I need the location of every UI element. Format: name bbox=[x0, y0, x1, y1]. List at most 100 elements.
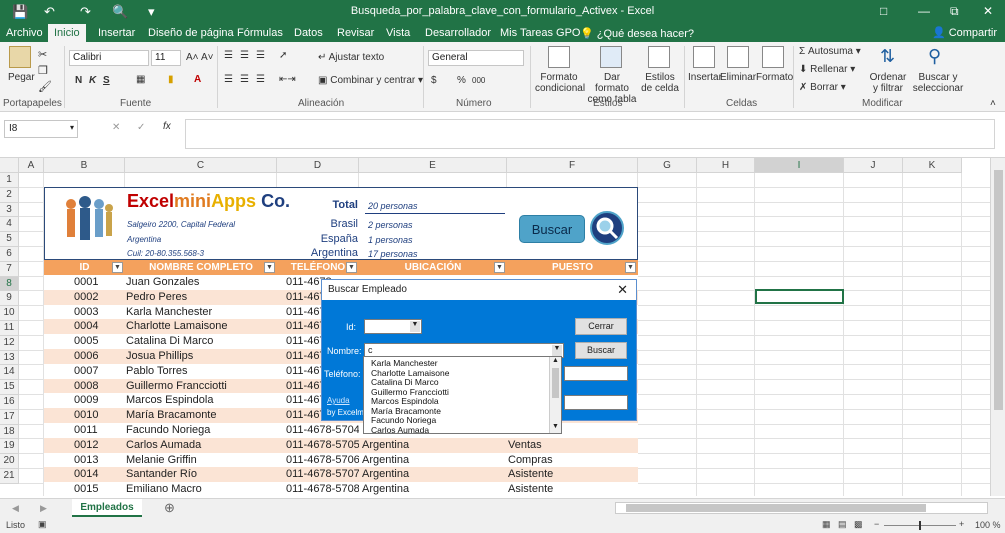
shrink-font-icon[interactable]: A˅ bbox=[201, 52, 214, 63]
column-header-a[interactable]: A bbox=[19, 158, 44, 173]
cell-phone[interactable]: 011-4678-5706 bbox=[277, 453, 359, 468]
page-layout-icon[interactable]: ▤ bbox=[838, 519, 847, 530]
column-header-g[interactable]: G bbox=[638, 158, 697, 173]
insert-cells-icon[interactable] bbox=[693, 46, 715, 68]
align-middle-icon[interactable]: ☰ bbox=[240, 50, 249, 61]
add-sheet-icon[interactable]: ⊕ bbox=[164, 500, 175, 516]
cell-id[interactable]: 0004 bbox=[44, 319, 125, 334]
column-header-i[interactable]: I bbox=[755, 158, 844, 173]
cell-location[interactable]: Argentina bbox=[359, 438, 507, 453]
confirm-entry-icon[interactable]: ✓ bbox=[137, 122, 145, 133]
conditional-format-icon[interactable] bbox=[548, 46, 570, 68]
cell-id[interactable]: 0003 bbox=[44, 305, 125, 320]
filter-dropdown-icon[interactable]: ▼ bbox=[112, 262, 123, 273]
page-break-icon[interactable]: ▩ bbox=[854, 519, 863, 530]
align-left-icon[interactable]: ☰ bbox=[224, 74, 233, 85]
tab-diseno-pagina[interactable]: Diseño de página bbox=[148, 27, 234, 39]
cell-position[interactable]: Asistente bbox=[507, 482, 638, 496]
orientation-icon[interactable]: ➚ bbox=[279, 50, 287, 61]
align-right-icon[interactable]: ☰ bbox=[256, 74, 265, 85]
wrap-text-button[interactable]: ↵ Ajustar texto bbox=[318, 52, 384, 63]
collapse-ribbon-icon[interactable]: ˄ bbox=[990, 98, 996, 109]
insert-cells-label[interactable]: Insertar bbox=[688, 72, 722, 83]
name-dropdown-list[interactable]: Karla Manchester Charlotte Lamaisone Catal… bbox=[363, 356, 562, 435]
scroll-up-icon[interactable]: ▲ bbox=[552, 357, 559, 364]
cell-name[interactable]: Karla Manchester bbox=[125, 305, 277, 320]
sort-filter-label[interactable]: Ordenar y filtrar bbox=[866, 72, 910, 94]
cell-id[interactable]: 0008 bbox=[44, 379, 125, 394]
italic-button[interactable]: K bbox=[89, 75, 96, 86]
row-header[interactable]: 19 bbox=[0, 439, 19, 455]
zoom-level[interactable]: 100 % bbox=[975, 520, 1001, 530]
chevron-down-icon[interactable]: ▼ bbox=[552, 345, 562, 356]
cell-id[interactable]: 0012 bbox=[44, 438, 125, 453]
paste-label[interactable]: Pegar bbox=[8, 72, 35, 83]
row-header[interactable]: 21 bbox=[0, 469, 19, 484]
column-header-j[interactable]: J bbox=[844, 158, 903, 173]
format-cells-label[interactable]: Formato bbox=[756, 72, 793, 83]
cell-location[interactable]: Argentina bbox=[359, 467, 507, 482]
cell-position[interactable]: Ventas bbox=[507, 438, 638, 453]
cell-location[interactable]: Argentina bbox=[359, 453, 507, 468]
cell-id[interactable]: 0014 bbox=[44, 467, 125, 482]
format-cells-icon[interactable] bbox=[762, 46, 784, 68]
cell-styles-icon[interactable] bbox=[648, 46, 670, 68]
dropdown-option[interactable]: Facundo Noriega bbox=[371, 415, 436, 425]
autosum-button[interactable]: Σ Autosuma ▾ bbox=[799, 46, 861, 57]
restore-icon[interactable]: ⧉ bbox=[950, 4, 959, 19]
help-link[interactable]: Ayuda bbox=[327, 396, 350, 405]
tab-formulas[interactable]: Fórmulas bbox=[237, 27, 283, 39]
dropdown-option[interactable]: Karla Manchester bbox=[371, 358, 438, 368]
zoom-slider-thumb[interactable] bbox=[919, 521, 921, 530]
borders-icon[interactable]: ▦ bbox=[136, 74, 145, 85]
dialog-search-button[interactable]: Buscar bbox=[575, 342, 627, 359]
vertical-scrollbar[interactable] bbox=[990, 158, 1005, 496]
formula-input[interactable] bbox=[185, 119, 995, 149]
row-header[interactable]: 13 bbox=[0, 350, 19, 366]
row-header[interactable]: 17 bbox=[0, 409, 19, 425]
cell-phone[interactable]: 011-4678-5708 bbox=[277, 482, 359, 496]
cell-id[interactable]: 0007 bbox=[44, 364, 125, 379]
filter-dropdown-icon[interactable]: ▼ bbox=[494, 262, 505, 273]
tab-inicio[interactable]: Inicio bbox=[48, 24, 86, 42]
row-header[interactable]: 7 bbox=[0, 261, 19, 277]
horizontal-scroll-thumb[interactable] bbox=[626, 504, 926, 512]
font-size-select[interactable]: 11 bbox=[151, 50, 181, 66]
name-box[interactable]: I8 ▾ bbox=[4, 120, 78, 138]
cell-phone[interactable]: 011-4678-5707 bbox=[277, 467, 359, 482]
cell-id[interactable]: 0002 bbox=[44, 290, 125, 305]
filter-dropdown-icon[interactable]: ▼ bbox=[625, 262, 636, 273]
row-header[interactable]: 20 bbox=[0, 454, 19, 469]
bold-button[interactable]: N bbox=[75, 75, 82, 86]
close-icon[interactable]: ✕ bbox=[617, 282, 628, 298]
percent-button[interactable]: % bbox=[457, 75, 466, 86]
column-header-c[interactable]: C bbox=[125, 158, 277, 173]
clear-button[interactable]: ✗ Borrar ▾ bbox=[799, 82, 846, 93]
row-header[interactable]: 11 bbox=[0, 321, 19, 336]
paste-icon[interactable] bbox=[9, 46, 31, 68]
share-button[interactable]: 👤 Compartir bbox=[932, 26, 997, 39]
tab-insertar[interactable]: Insertar bbox=[98, 27, 135, 39]
copy-icon[interactable]: ❐ bbox=[38, 64, 48, 77]
cell-name[interactable]: Carlos Aumada bbox=[125, 438, 277, 453]
extra-field[interactable] bbox=[564, 395, 628, 410]
zoom-slider[interactable] bbox=[884, 521, 956, 530]
cell-name[interactable]: Marcos Espindola bbox=[125, 393, 277, 408]
close-window-icon[interactable]: ✕ bbox=[983, 4, 993, 18]
phone-field[interactable] bbox=[564, 366, 628, 381]
scroll-left-sheets-icon[interactable]: ◀ bbox=[12, 503, 19, 514]
normal-view-icon[interactable]: ▦ bbox=[822, 519, 831, 530]
cell-name[interactable]: Catalina Di Marco bbox=[125, 334, 277, 349]
format-painter-icon[interactable]: 🖌 bbox=[38, 80, 52, 93]
row-header[interactable]: 9 bbox=[0, 291, 19, 307]
currency-button[interactable]: $ bbox=[431, 75, 437, 86]
row-header[interactable]: 2 bbox=[0, 187, 19, 203]
cell-styles-label[interactable]: Estilos de celda bbox=[640, 72, 680, 94]
cell-id[interactable]: 0009 bbox=[44, 393, 125, 408]
cell-location[interactable]: Argentina bbox=[359, 482, 507, 496]
dropdown-option[interactable]: Catalina Di Marco bbox=[371, 377, 439, 387]
delete-cells-icon[interactable] bbox=[727, 46, 749, 68]
cell-phone[interactable]: 011-4678-5705 bbox=[277, 438, 359, 453]
cell-position[interactable]: Compras bbox=[507, 453, 638, 468]
tell-me-search[interactable]: 💡 ¿Qué desea hacer? bbox=[580, 27, 694, 40]
